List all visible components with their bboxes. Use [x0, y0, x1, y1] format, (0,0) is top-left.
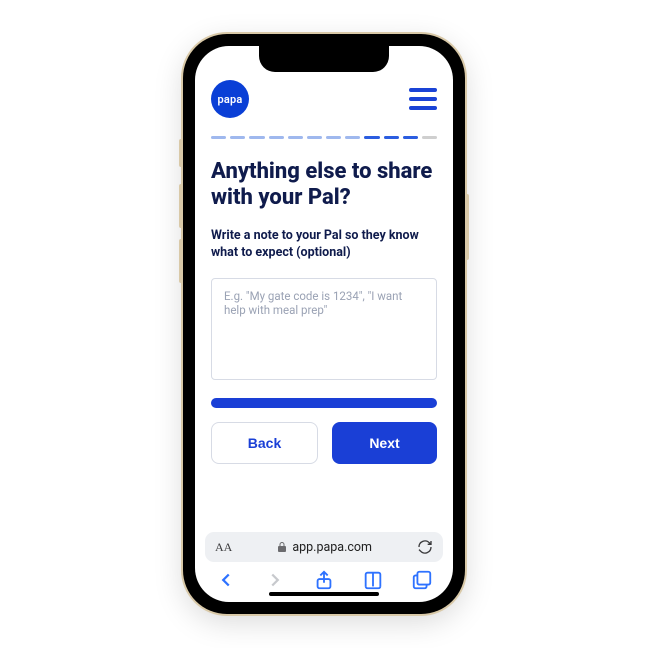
lock-icon	[277, 541, 287, 553]
next-button[interactable]: Next	[332, 422, 437, 464]
bookmarks-icon[interactable]	[362, 569, 384, 591]
reload-icon[interactable]	[417, 539, 433, 555]
share-icon[interactable]	[313, 569, 335, 591]
app-content: papa Anything else to share with your Pa…	[195, 46, 453, 522]
back-button[interactable]: Back	[211, 422, 318, 464]
power-button	[465, 194, 469, 260]
progress-bar	[211, 398, 437, 408]
page-title: Anything else to share with your Pal?	[211, 159, 437, 212]
nav-row: Back Next	[211, 422, 437, 464]
top-bar: papa	[211, 80, 437, 118]
home-indicator	[269, 592, 379, 596]
browser-address-bar[interactable]: AA app.papa.com	[205, 532, 443, 562]
forward-icon	[264, 569, 286, 591]
text-size-button[interactable]: AA	[215, 540, 232, 555]
page-subtitle: Write a note to your Pal so they know wh…	[211, 228, 437, 262]
url-display[interactable]: app.papa.com	[277, 540, 372, 555]
volume-up-button	[179, 184, 183, 228]
screen: papa Anything else to share with your Pa…	[195, 46, 453, 602]
side-button	[179, 139, 183, 167]
note-textarea[interactable]	[211, 278, 437, 380]
menu-icon[interactable]	[409, 88, 437, 110]
phone-frame: papa Anything else to share with your Pa…	[183, 34, 465, 614]
back-icon[interactable]	[215, 569, 237, 591]
url-text: app.papa.com	[292, 540, 372, 555]
browser-toolbar	[195, 562, 453, 602]
tabs-icon[interactable]	[411, 569, 433, 591]
step-progress	[211, 136, 437, 139]
notch	[259, 46, 389, 72]
brand-logo[interactable]: papa	[211, 80, 249, 118]
volume-down-button	[179, 239, 183, 283]
